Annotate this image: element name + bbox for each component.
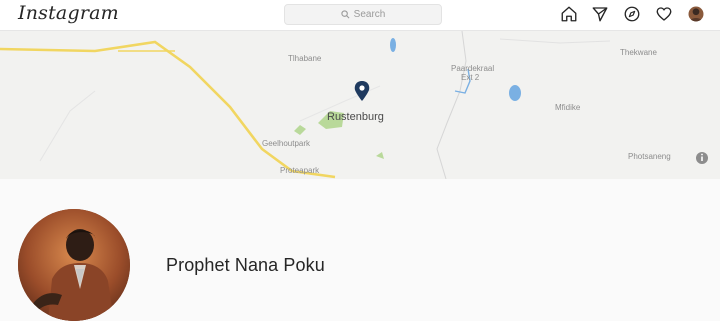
profile-photo xyxy=(18,209,130,321)
profile-avatar[interactable] xyxy=(685,3,707,25)
highway-road xyxy=(0,40,336,179)
map-label-proteapark: Proteapark xyxy=(280,166,320,175)
home-icon[interactable] xyxy=(558,3,580,25)
profile-header: Prophet Nana Poku xyxy=(0,179,720,321)
map-label-paardekraal: Paardekraal xyxy=(451,64,495,73)
park-area xyxy=(376,152,384,159)
minor-road xyxy=(499,38,611,44)
dam xyxy=(509,85,521,101)
map-label-paardekraal-ext: Ext 2 xyxy=(461,73,480,82)
profile-picture[interactable] xyxy=(18,209,130,321)
explore-icon[interactable] xyxy=(621,3,643,25)
map-label-tlhabane: Tlhabane xyxy=(288,54,322,63)
map-label-thekwane: Thekwane xyxy=(620,48,657,57)
search-icon xyxy=(341,10,350,19)
direct-icon[interactable] xyxy=(589,3,611,25)
reservoir xyxy=(390,38,396,52)
minor-road xyxy=(39,90,96,162)
location-pin-icon xyxy=(354,81,370,101)
boundary-line xyxy=(436,31,467,179)
map-label-photsaneng: Photsaneng xyxy=(628,152,671,161)
top-navigation-bar: Instagram Search xyxy=(0,0,720,31)
profile-name: Prophet Nana Poku xyxy=(166,255,325,275)
search-input[interactable]: Search xyxy=(284,4,442,25)
location-map[interactable]: Tlhabane Thekwane Paardekraal Ext 2 Rust… xyxy=(0,31,720,179)
location-pin-dot xyxy=(359,85,365,91)
heart-icon[interactable] xyxy=(653,3,675,25)
instagram-logo[interactable]: Instagram xyxy=(18,2,119,24)
map-label-geelhoutpark: Geelhoutpark xyxy=(262,139,311,148)
map-layer xyxy=(0,31,708,179)
map-label-rustenburg: Rustenburg xyxy=(327,111,384,123)
search-placeholder: Search xyxy=(353,9,386,20)
map-label-mfidikoe: Mfidike xyxy=(555,103,581,112)
park-area xyxy=(294,125,306,135)
